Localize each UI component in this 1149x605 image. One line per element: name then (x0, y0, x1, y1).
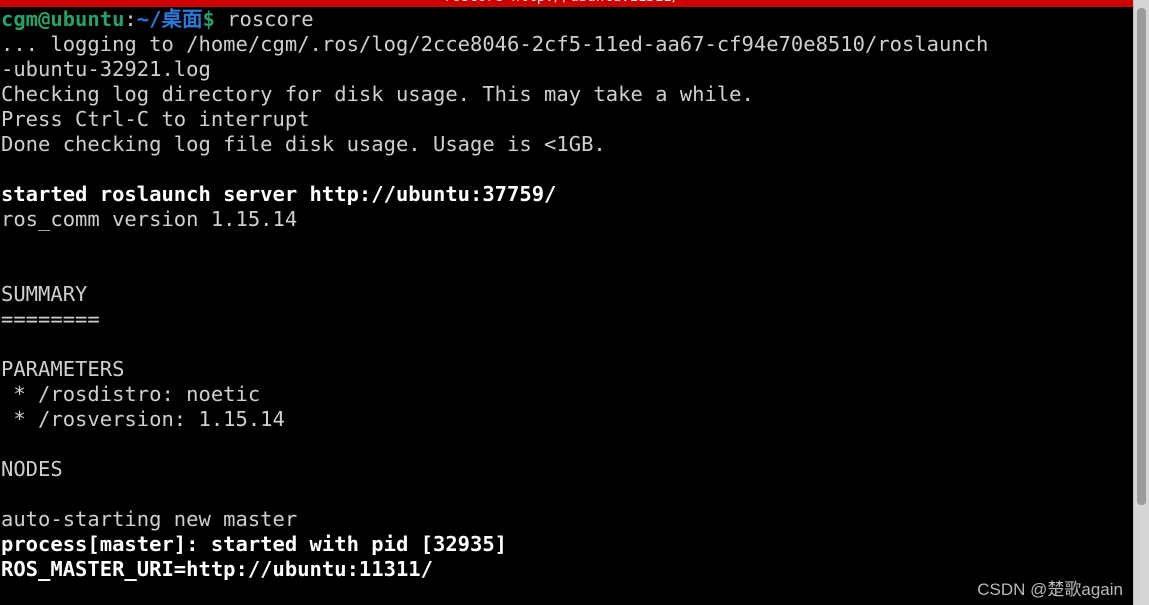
line-log-wrap: -ubuntu-32921.log (1, 57, 211, 81)
terminal-lines-container: ... logging to /home/cgm/.ros/log/2cce80… (0, 32, 1133, 582)
line-blank-3 (0, 257, 1133, 282)
line-param-rosversion: * /rosversion: 1.15.14 (1, 407, 285, 431)
line-process-master: process[master]: started with pid [32935… (1, 532, 508, 556)
line-blank-4 (0, 332, 1133, 357)
terminal-window: roscore http://ubuntu:11311/ cgm@ubuntu:… (0, 0, 1149, 605)
line-ros-comm-version: ros_comm version 1.15.14 (1, 207, 298, 231)
terminal-output-area[interactable]: cgm@ubuntu:~/桌面$ roscore ... logging to … (0, 7, 1133, 605)
line-checking-log: Checking log directory for disk usage. T… (1, 82, 754, 106)
window-title-text: roscore http://ubuntu:11311/ (444, 0, 680, 5)
line-blank-6 (0, 482, 1133, 507)
line-press-ctrl-c: Press Ctrl-C to interrupt (1, 107, 310, 131)
line-blank-5 (0, 432, 1133, 457)
line-logging-to: ... logging to /home/cgm/.ros/log/2cce80… (1, 32, 989, 56)
window-titlebar[interactable]: roscore http://ubuntu:11311/ (0, 0, 1140, 7)
line-started-roslaunch: started roslaunch server http://ubuntu:3… (1, 182, 557, 206)
prompt-path: ~/桌面 (136, 7, 203, 31)
line-param-rosdistro: * /rosdistro: noetic (1, 382, 261, 406)
scrollbar-track[interactable] (1133, 0, 1149, 605)
prompt-user-host: cgm@ubuntu (1, 7, 125, 31)
prompt-line: cgm@ubuntu:~/桌面$ roscore (0, 7, 1133, 32)
line-nodes-heading: NODES (1, 457, 63, 481)
line-summary-heading: SUMMARY (1, 282, 88, 306)
prompt-colon: : (124, 7, 137, 31)
watermark-label: CSDN @楚歌again (977, 580, 1123, 599)
prompt-dollar: $ (202, 7, 215, 31)
line-auto-starting: auto-starting new master (1, 507, 298, 531)
scrollbar-thumb[interactable] (1137, 8, 1146, 505)
prompt-command: roscore (214, 7, 314, 31)
line-parameters-head: PARAMETERS (1, 357, 125, 381)
line-blank-2 (0, 232, 1133, 257)
line-summary-rule: ======== (1, 307, 100, 331)
line-blank-1 (0, 157, 1133, 182)
line-done-checking: Done checking log file disk usage. Usage… (1, 132, 606, 156)
line-ros-master-uri: ROS_MASTER_URI=http://ubuntu:11311/ (1, 557, 433, 581)
